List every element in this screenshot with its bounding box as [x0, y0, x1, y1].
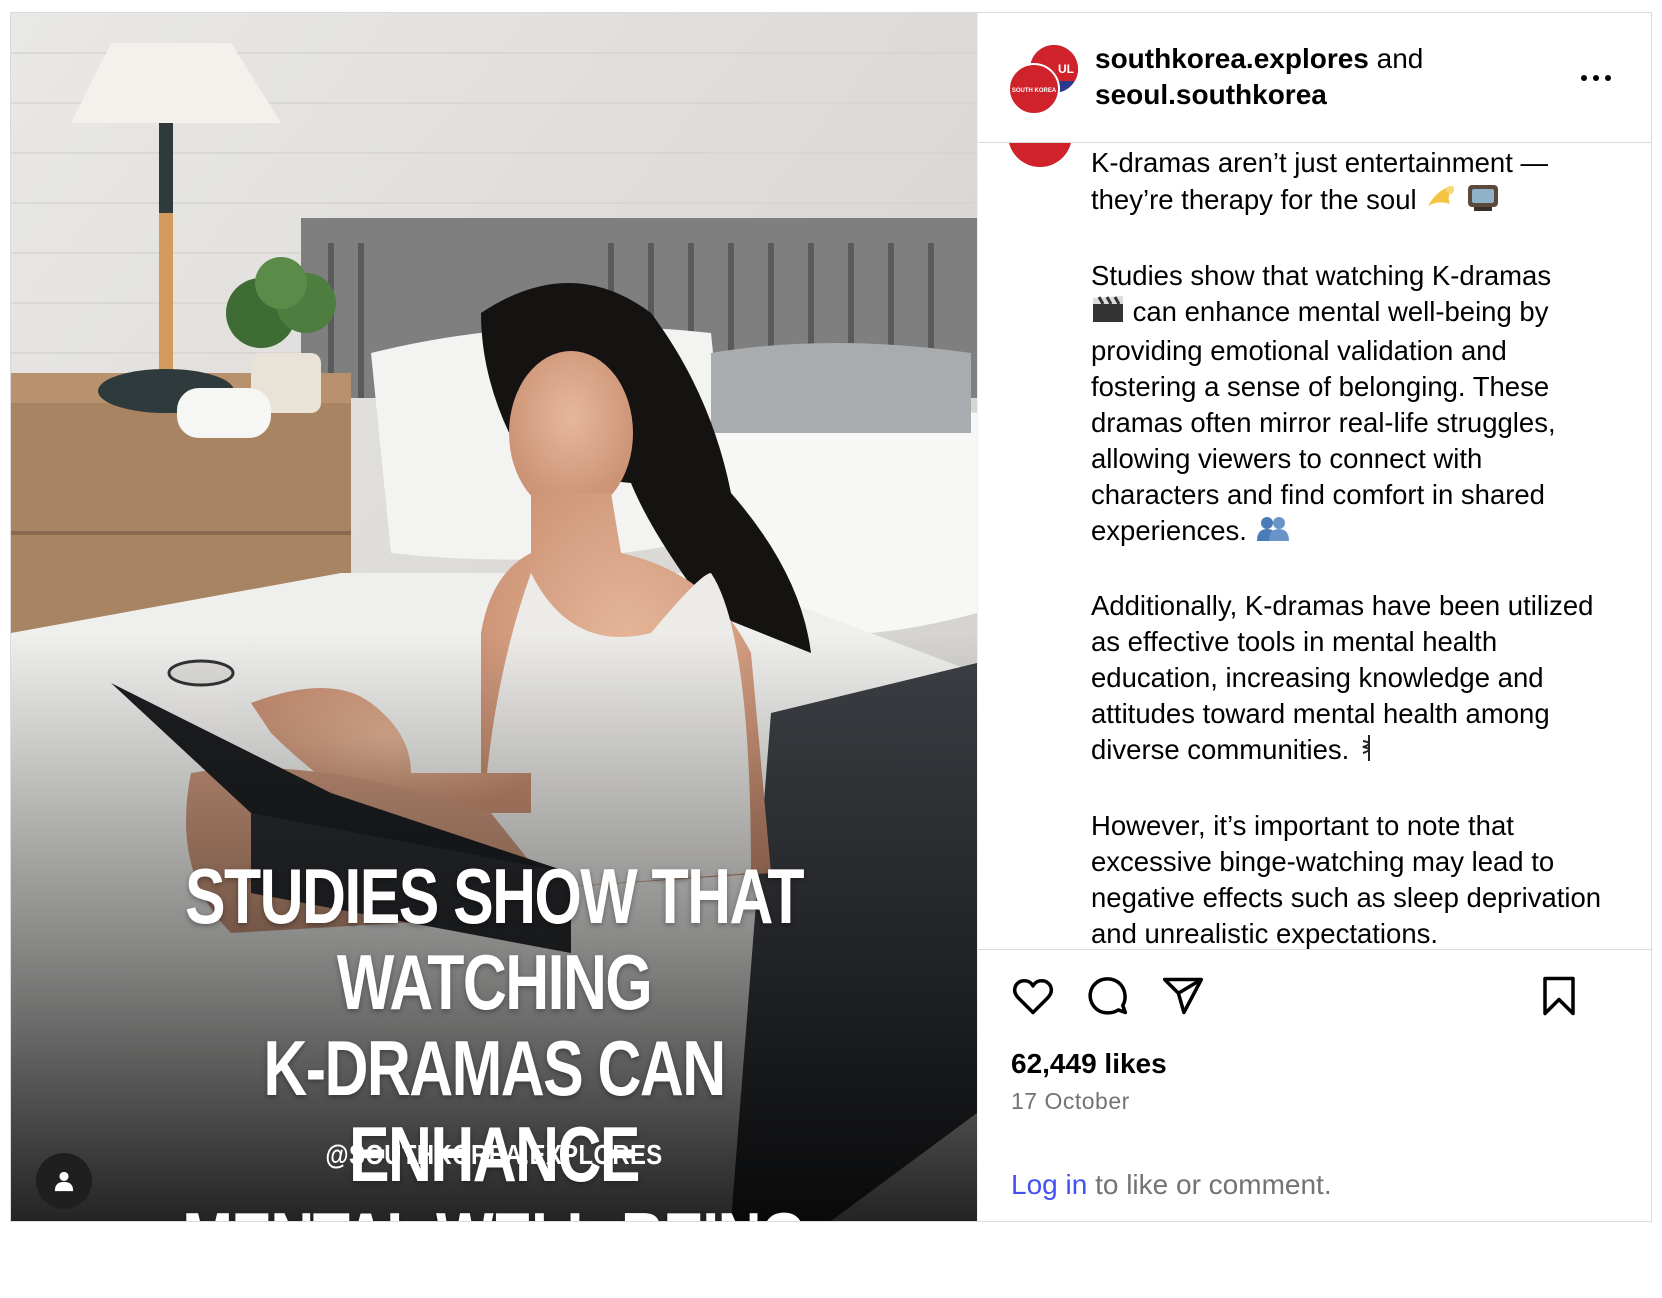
- post-image[interactable]: STUDIES SHOW THAT WATCHING K-DRAMAS CAN …: [11, 13, 977, 1221]
- user-tag-icon: [54, 1171, 74, 1192]
- caption-line: they’re therapy for the soul: [1091, 183, 1417, 215]
- avatar: UL SOUTH KOREA: [1008, 45, 1078, 115]
- joiner-text: and: [1368, 43, 1424, 74]
- caption-paragraph: can enhance mental well-being by providi…: [1091, 296, 1556, 547]
- caption-paragraph: However, it’s important to note that exc…: [1091, 809, 1602, 949]
- action-bar: [978, 950, 1651, 1046]
- more-dot: [1593, 75, 1599, 81]
- avatar-back-text: UL: [1058, 62, 1074, 76]
- caption-line: Studies show that watching K-dramas: [1091, 260, 1552, 291]
- more-options-button[interactable]: [1581, 75, 1611, 81]
- avatar-front-text: SOUTH KOREA: [1012, 88, 1057, 94]
- caption-paragraph: Additionally, K-dramas have been utilize…: [1091, 590, 1594, 766]
- instagram-post: STUDIES SHOW THAT WATCHING K-DRAMAS CAN …: [10, 12, 1652, 1222]
- caption-line: K-dramas aren’t just entertainment —: [1091, 147, 1548, 178]
- tv-emoji-icon: [1466, 181, 1500, 222]
- account1-link[interactable]: southkorea.explores: [1095, 43, 1369, 74]
- login-rest-text: to like or comment.: [1087, 1169, 1332, 1200]
- caption-avatar[interactable]: [1008, 143, 1072, 167]
- clapper-emoji-icon: [1091, 294, 1125, 333]
- medical-symbol-emoji-icon: [1357, 733, 1381, 772]
- post-header: UL SOUTH KOREA southkorea.explores and s…: [978, 13, 1651, 143]
- headline-line: K-DRAMAS CAN ENHANCE: [263, 1024, 726, 1198]
- account2-link[interactable]: seoul.southkorea: [1095, 79, 1327, 110]
- like-icon[interactable]: [1010, 974, 1056, 1018]
- more-dot: [1605, 75, 1611, 81]
- login-prompt: Log in to like or comment.: [1011, 1169, 1332, 1201]
- comment-icon[interactable]: [1085, 974, 1129, 1018]
- image-handle: @SOUTHKOREA.EXPLORES: [325, 1139, 663, 1170]
- collab-avatars[interactable]: UL SOUTH KOREA: [1008, 45, 1078, 115]
- post-date[interactable]: 17 October: [978, 1088, 1651, 1115]
- post-side-panel: UL SOUTH KOREA southkorea.explores and s…: [977, 13, 1651, 1221]
- caption-text: K-dramas aren’t just entertainment — the…: [1091, 143, 1611, 949]
- login-link[interactable]: Log in: [1011, 1169, 1087, 1200]
- caption-scroll-area[interactable]: K-dramas aren’t just entertainment — the…: [978, 143, 1651, 950]
- headline-line: MENTAL WELL-BEING: [117, 1197, 870, 1221]
- dizzy-emoji-icon: [1424, 182, 1458, 221]
- more-icon: [1581, 75, 1587, 81]
- share-icon[interactable]: [1160, 974, 1206, 1018]
- like-count[interactable]: 62,449 likes: [978, 1046, 1651, 1082]
- save-icon[interactable]: [1538, 974, 1580, 1018]
- people-emoji-icon: [1255, 513, 1291, 552]
- headline-line: STUDIES SHOW THAT WATCHING: [185, 852, 804, 1026]
- collab-names: southkorea.explores and seoul.southkorea: [1095, 41, 1423, 113]
- user-tag-button[interactable]: [36, 1153, 92, 1209]
